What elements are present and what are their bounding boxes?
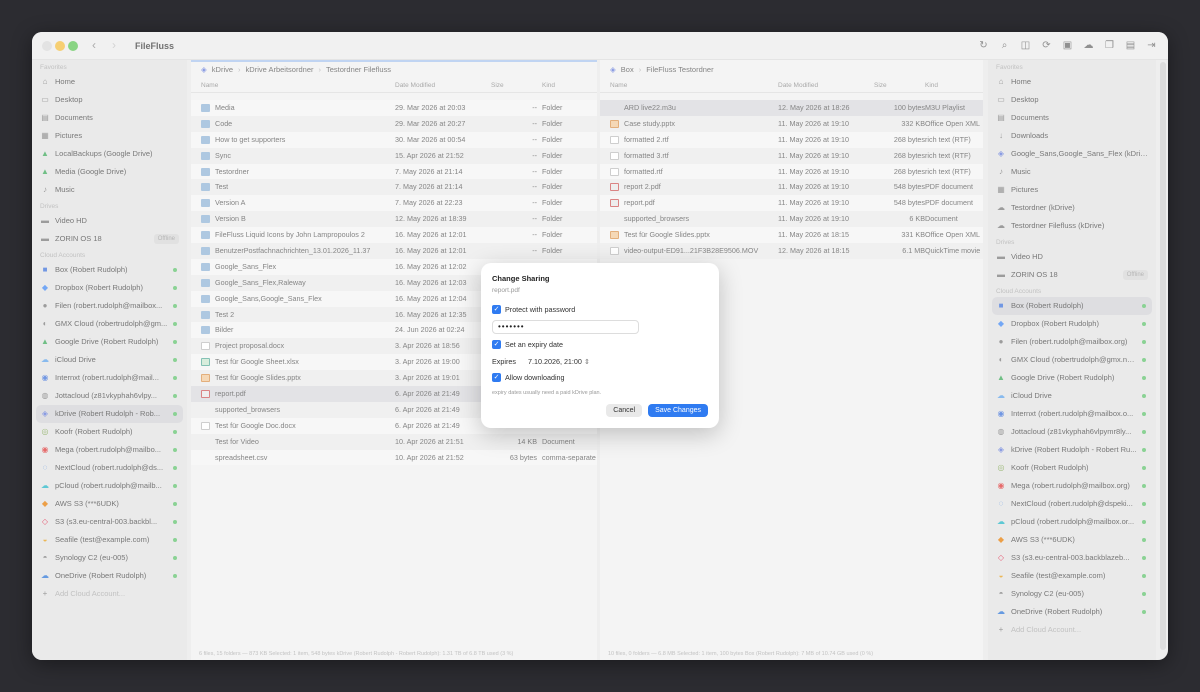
plan-note: expiry dates usually need a paid kDrive …: [492, 390, 602, 396]
save-changes-button[interactable]: Save Changes: [648, 404, 708, 417]
password-field[interactable]: •••••••: [492, 320, 639, 334]
dialog-subtitle: report.pdf: [492, 287, 520, 294]
cancel-button[interactable]: Cancel: [606, 404, 643, 417]
allow-download-checkbox[interactable]: ✓: [492, 373, 501, 382]
protect-password-checkbox[interactable]: ✓: [492, 305, 501, 314]
dialog-title: Change Sharing: [492, 274, 550, 283]
protect-password-label: Protect with password: [505, 305, 576, 314]
expires-label: Expires: [492, 357, 516, 366]
change-sharing-dialog: Change Sharing report.pdf ✓ Protect with…: [481, 263, 719, 428]
expiry-date-checkbox[interactable]: ✓: [492, 340, 501, 349]
allow-download-label: Allow downloading: [505, 373, 565, 382]
expiry-date-label: Set an expiry date: [505, 340, 563, 349]
app-window: ‹ › FileFluss ↻ ⌕ ◫ ⟳ ▣ ☁ ❐ ▤ ⇥ Favorites ⌂ Home ▭ D…: [32, 32, 1168, 660]
expires-date-picker[interactable]: 7.10.2026, 21:00 ⇕: [528, 357, 590, 366]
expires-value: 7.10.2026, 21:00: [527, 357, 582, 366]
stepper-icon[interactable]: ⇕: [584, 359, 590, 366]
